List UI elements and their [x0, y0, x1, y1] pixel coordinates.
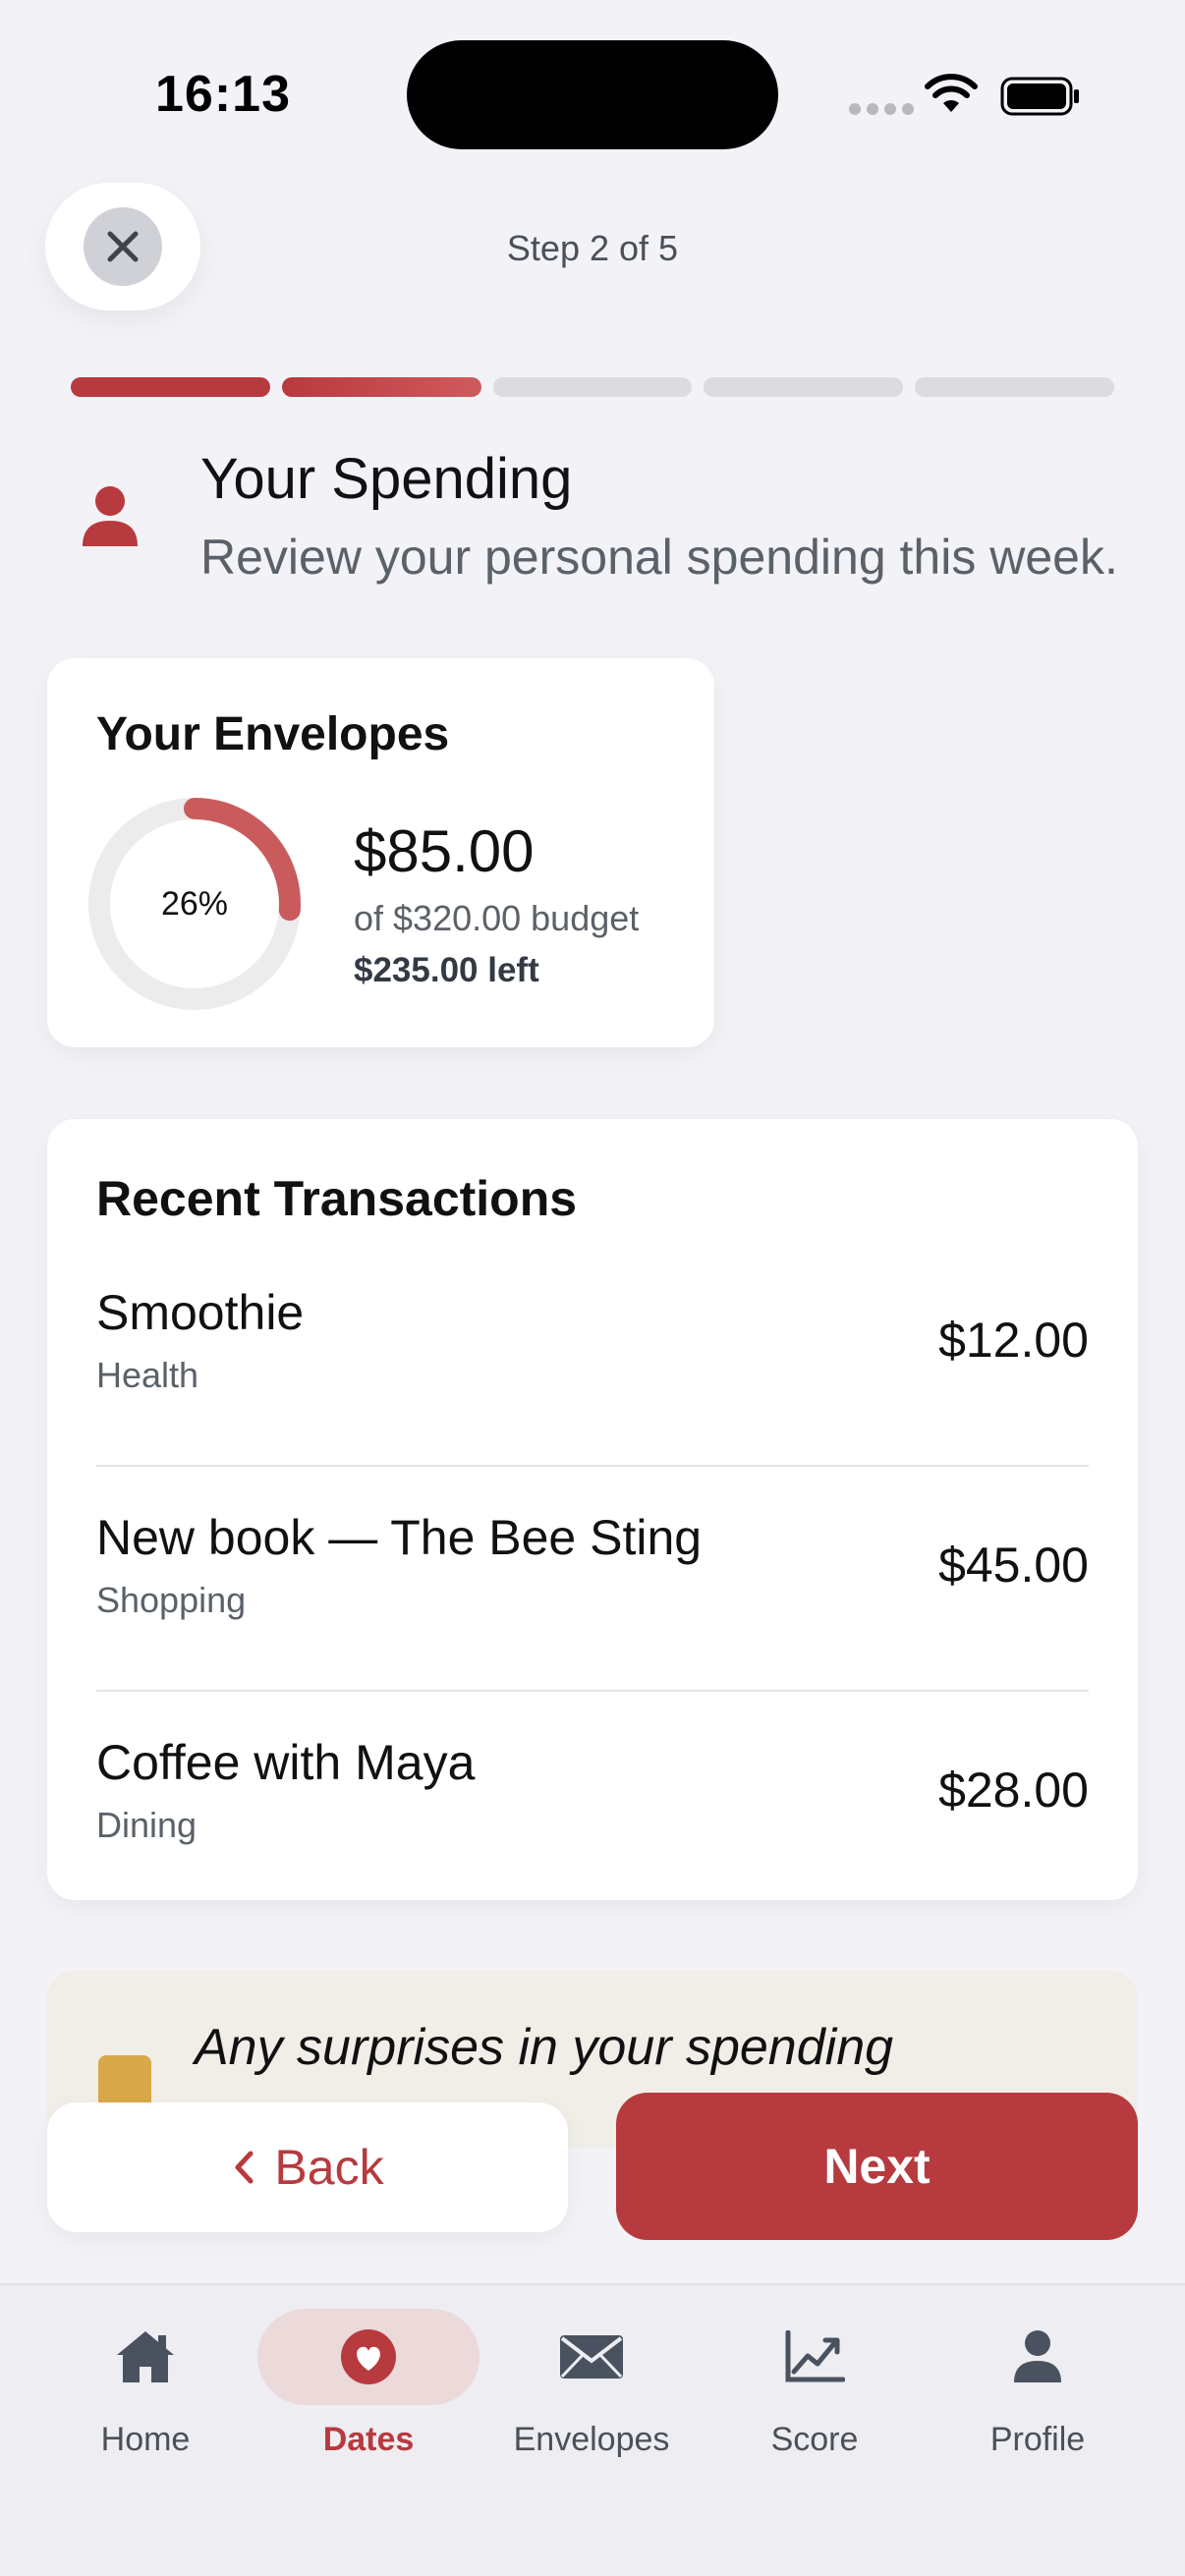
transaction-name: New book — The Bee Sting	[96, 1510, 703, 1565]
tab-label: Home	[100, 2421, 191, 2458]
progress-segment-4	[704, 377, 904, 397]
budget-percent: 26%	[160, 884, 229, 923]
tab-label: Score	[770, 2421, 859, 2458]
dynamic-island	[407, 40, 778, 149]
progress-segment-3	[492, 377, 693, 397]
next-button-label: Next	[823, 2139, 931, 2194]
person-icon	[83, 486, 138, 546]
budget-remaining: $235.00 left	[354, 951, 539, 989]
status-time: 16:13	[155, 66, 291, 123]
step-indicator: Step 2 of 5	[506, 228, 679, 268]
transaction-category: Health	[96, 1355, 199, 1395]
envelopes-title: Your Envelopes	[96, 708, 450, 760]
transaction-category: Shopping	[96, 1580, 247, 1620]
tab-home[interactable]: Home	[34, 2309, 256, 2486]
reflection-prompt-text: Any surprises in your spending	[195, 2019, 894, 2076]
back-button-label: Back	[274, 2140, 384, 2195]
tab-label: Dates	[322, 2421, 415, 2458]
person-icon	[1014, 2330, 1061, 2382]
budget-total: of $320.00 budget	[354, 898, 640, 938]
progress-segment-1	[71, 377, 270, 397]
transaction-row[interactable]: Coffee with Maya Dining $28.00	[96, 1734, 1089, 1872]
transaction-name: Smoothie	[96, 1285, 305, 1340]
divider	[96, 1690, 1089, 1692]
tab-profile[interactable]: Profile	[927, 2309, 1149, 2486]
page-title: Your Spending	[200, 447, 573, 511]
transaction-name: Coffee with Maya	[96, 1735, 476, 1790]
wifi-icon	[925, 74, 978, 112]
tab-score[interactable]: Score	[704, 2309, 926, 2486]
tab-bar: Home Dates Envelopes Score Profile	[0, 2283, 1185, 2576]
back-button[interactable]: Back	[47, 2102, 568, 2232]
transactions-title: Recent Transactions	[96, 1171, 578, 1226]
transaction-amount: $45.00	[938, 1538, 1089, 1593]
transaction-row[interactable]: New book — The Bee Sting Shopping $45.00	[96, 1509, 1089, 1733]
chart-icon	[785, 2330, 845, 2382]
battery-icon	[1000, 77, 1079, 116]
progress-bar	[71, 377, 1114, 399]
tab-label: Profile	[989, 2421, 1086, 2458]
transaction-row[interactable]: Smoothie Health $12.00	[96, 1284, 1089, 1508]
progress-segment-5	[915, 377, 1114, 397]
tab-envelopes[interactable]: Envelopes	[480, 2309, 703, 2486]
progress-segment-2	[281, 377, 481, 397]
status-bar: 16:13	[0, 0, 1185, 187]
tab-label: Envelopes	[513, 2421, 670, 2458]
envelopes-card[interactable]: Your Envelopes 26% $85.00 of $320.00 bud…	[47, 658, 714, 1047]
heart-icon	[341, 2329, 396, 2384]
spent-amount: $85.00	[354, 818, 535, 884]
divider	[96, 1465, 1089, 1467]
next-button[interactable]: Next	[616, 2093, 1138, 2240]
cellular-signal-icon	[849, 103, 914, 115]
tab-dates[interactable]: Dates	[257, 2309, 480, 2486]
home-icon	[117, 2331, 174, 2382]
transactions-card: Recent Transactions Smoothie Health $12.…	[47, 1119, 1138, 1900]
chevron-left-icon	[235, 2151, 254, 2184]
transaction-category: Dining	[96, 1805, 198, 1845]
envelope-icon	[560, 2335, 623, 2379]
page-subtitle: Review your personal spending this week.	[200, 530, 1118, 585]
transaction-amount: $28.00	[938, 1763, 1089, 1818]
transaction-amount: $12.00	[938, 1313, 1089, 1368]
